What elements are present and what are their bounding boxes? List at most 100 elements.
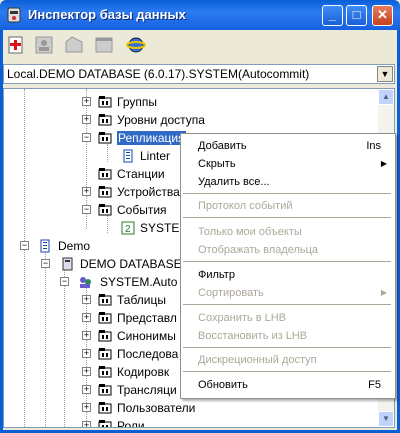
tree-item-groups[interactable]: + Группы: [4, 93, 384, 111]
maximize-button[interactable]: □: [346, 5, 367, 26]
expand-icon[interactable]: +: [82, 421, 91, 427]
tree-label: SYSTEM.Auto: [100, 275, 178, 289]
users-icon: [80, 277, 91, 288]
expand-icon[interactable]: +: [82, 403, 91, 412]
menu-label: Добавить: [198, 140, 247, 152]
menu-separator: [183, 347, 391, 348]
menu-label: Восстановить из LHB: [198, 330, 308, 342]
menu-item-sort[interactable]: Сортировать ▶: [181, 284, 395, 302]
tree-label: Трансляци: [117, 383, 177, 397]
scroll-down-button[interactable]: ▼: [378, 411, 394, 427]
menu-label: Протокол событий: [198, 200, 293, 212]
network-icon[interactable]: [125, 34, 147, 56]
menu-item-refresh[interactable]: Обновить F5: [181, 376, 395, 394]
menu-label: Только мои объекты: [198, 226, 302, 238]
tree-label-selected: Репликация: [117, 131, 186, 145]
tree-label: Linter: [140, 149, 171, 163]
window-icon[interactable]: [93, 34, 115, 56]
tree-item-roles[interactable]: + Роли: [4, 417, 384, 428]
svg-text:2: 2: [125, 224, 131, 235]
menu-separator: [183, 304, 391, 305]
expand-icon[interactable]: +: [82, 115, 91, 124]
tree-label: Синонимы: [117, 329, 176, 343]
collapse-icon[interactable]: −: [60, 277, 69, 286]
tree-label: Уровни доступа: [117, 113, 205, 127]
tree-label: DEMO DATABASE: [80, 257, 182, 271]
folder-icon: [98, 168, 112, 180]
database-icon: [62, 257, 73, 271]
tree-label: Последова: [117, 347, 179, 361]
expand-icon[interactable]: +: [82, 97, 91, 106]
minimize-button[interactable]: _: [322, 5, 343, 26]
user-icon[interactable]: [33, 34, 55, 56]
menu-item-filter[interactable]: Фильтр: [181, 266, 395, 284]
menu-item-save-lhb[interactable]: Сохранить в LHB: [181, 309, 395, 327]
menu-separator: [183, 371, 391, 372]
connection-select[interactable]: Local.DEMO DATABASE (6.0.17).SYSTEM(Auto…: [3, 64, 395, 84]
server-icon: [123, 149, 133, 163]
menu-item-add[interactable]: Добавить Ins: [181, 137, 395, 155]
folder-icon: [98, 348, 112, 360]
folder-icon: [98, 402, 112, 414]
server-icon: [40, 239, 50, 253]
collapse-icon[interactable]: −: [82, 133, 91, 142]
menu-separator: [183, 217, 391, 218]
expand-icon[interactable]: +: [82, 295, 91, 304]
tree-label: Кодировк: [117, 365, 170, 379]
tree-label: Demo: [58, 239, 91, 253]
tree-label: Группы: [117, 95, 157, 109]
menu-label: Сохранить в LHB: [198, 312, 287, 324]
add-icon[interactable]: [5, 34, 27, 56]
title-bar: Инспектор базы данных _ □ ✕: [0, 0, 400, 30]
menu-item-show-owner[interactable]: Отображать владельца: [181, 241, 395, 259]
tree-item-access-levels[interactable]: + Уровни доступа: [4, 111, 384, 129]
folder-icon: [98, 312, 112, 324]
menu-item-event-log[interactable]: Протокол событий: [181, 197, 395, 215]
submenu-arrow-icon: ▶: [380, 288, 387, 297]
menu-item-delete-all[interactable]: Удалить все...: [181, 173, 395, 191]
shortcut-label: Ins: [366, 140, 381, 152]
folder-icon: [98, 132, 112, 144]
tree-label: Пользователи: [117, 401, 196, 415]
collapse-icon[interactable]: −: [82, 205, 91, 214]
folder-icon: [98, 420, 112, 427]
expand-icon[interactable]: +: [82, 331, 91, 340]
toolbar: [3, 30, 397, 61]
menu-item-only-mine[interactable]: Только мои объекты: [181, 223, 395, 241]
menu-item-discretionary[interactable]: Дискреционный доступ: [181, 351, 395, 369]
expand-icon[interactable]: +: [82, 385, 91, 394]
folder-icon: [98, 114, 112, 126]
window-title: Инспектор базы данных: [28, 7, 186, 22]
folder-icon: [98, 330, 112, 342]
tree-label: Роли: [117, 419, 145, 428]
expand-icon[interactable]: +: [82, 349, 91, 358]
menu-item-hide[interactable]: Скрыть ▶: [181, 155, 395, 173]
connection-value: Local.DEMO DATABASE (6.0.17).SYSTEM(Auto…: [7, 67, 310, 81]
menu-label: Отображать владельца: [198, 244, 319, 256]
menu-separator: [183, 261, 391, 262]
folder-icon: [98, 186, 112, 198]
menu-separator: [183, 193, 391, 194]
tree-label: Таблицы: [117, 293, 167, 307]
scroll-up-button[interactable]: ▲: [378, 89, 394, 105]
collapse-icon[interactable]: −: [41, 259, 50, 268]
close-button[interactable]: ✕: [372, 5, 393, 26]
tree-label: События: [117, 203, 167, 217]
folder-icon: [98, 96, 112, 108]
menu-item-restore-lhb[interactable]: Восстановить из LHB: [181, 327, 395, 345]
collapse-icon[interactable]: −: [20, 241, 29, 250]
chevron-down-icon[interactable]: ▼: [377, 66, 393, 82]
context-menu: Добавить Ins Скрыть ▶ Удалить все... Прото…: [180, 133, 396, 399]
tree-item-users[interactable]: + Пользователи: [4, 399, 384, 417]
tree-label: Станции: [117, 167, 165, 181]
expand-icon[interactable]: +: [82, 187, 91, 196]
expand-icon[interactable]: +: [82, 367, 91, 376]
app-icon: [7, 7, 21, 23]
expand-icon[interactable]: +: [82, 313, 91, 322]
tree-label: Представл: [117, 311, 177, 325]
tree-label: Устройства: [117, 185, 180, 199]
folder-icon: [98, 384, 112, 396]
folder-icon: [98, 366, 112, 378]
folder-icon[interactable]: [63, 34, 85, 56]
folder-icon: [98, 204, 112, 216]
